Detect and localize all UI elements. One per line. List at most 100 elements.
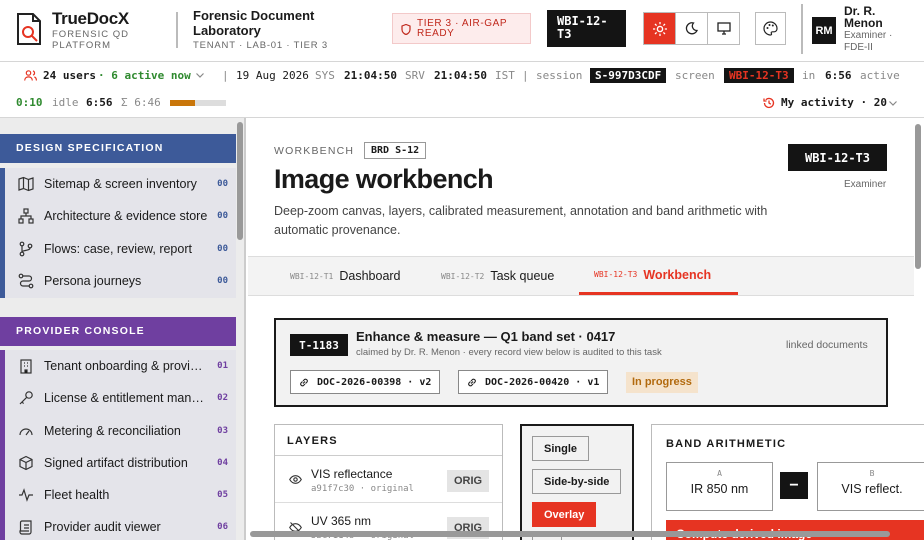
compute-derived-image-button[interactable]: Compute derived image [666, 520, 924, 540]
sidebar-scrollbar[interactable] [237, 122, 243, 240]
screen-role: Examiner [844, 179, 887, 190]
status-badge: In progress [626, 372, 698, 393]
mode-overlay-button[interactable]: Overlay [532, 502, 597, 527]
activity-bar-fill [170, 100, 196, 106]
tab-label: Workbench [643, 267, 712, 282]
active-count: · 6 active now [98, 69, 191, 82]
operand-b-select[interactable]: B VIS reflect. [817, 462, 924, 511]
layers-panel: LAYERS VIS reflectance a91f7c30 · origin… [274, 424, 503, 540]
sys-label: SYS [315, 69, 335, 82]
package-icon [19, 455, 33, 471]
sidebar-item-label: Tenant onboarding & provisioning [44, 359, 208, 373]
history-icon [763, 97, 775, 109]
sidebar-item-flows[interactable]: Flows: case, review, report 00 [18, 239, 228, 259]
tab-code: WBI-12-T1 [290, 271, 334, 281]
sidebar-item-label: Metering & reconciliation [44, 424, 181, 438]
layer-name: VIS reflectance [311, 467, 393, 481]
session-label: session [536, 69, 583, 82]
item-number: 01 [217, 361, 228, 371]
active-time: 0:10 [16, 96, 43, 109]
task-title: Enhance & measure — Q1 band set · 0417 [356, 329, 616, 344]
provider-console-group: Tenant onboarding & provisioning 01 Lice… [0, 350, 236, 540]
divider [176, 12, 178, 48]
brand-subtitle: FORENSIC QD [52, 29, 129, 40]
sidebar-item-architecture[interactable]: Architecture & evidence store 00 [18, 206, 228, 226]
key-icon [19, 391, 33, 405]
my-activity-button[interactable]: My activity · 20 [781, 96, 887, 109]
item-number: 04 [217, 458, 228, 468]
doc-link-label: DOC-2026-00420 · v1 [485, 376, 600, 388]
band-heading: BAND ARITHMETIC [666, 438, 787, 450]
palette-icon [763, 21, 778, 36]
brand[interactable]: TrueDocX FORENSIC QD PLATFORM [52, 9, 129, 51]
sidebar-item-license[interactable]: License & entitlement management 02 [18, 388, 228, 408]
sidebar-item-label: Architecture & evidence store [44, 209, 208, 223]
lab-subtitle: TENANT · LAB-01 · TIER 3 [193, 40, 328, 51]
tab-label: Dashboard [339, 269, 401, 283]
activity-bar [170, 100, 226, 106]
moon-icon [685, 22, 698, 35]
route-icon [18, 273, 34, 289]
eye-icon[interactable] [289, 475, 302, 484]
sidebar-item-audit-viewer[interactable]: Provider audit viewer 06 [18, 517, 228, 537]
page-description: Deep-zoom canvas, layers, calibrated mea… [274, 204, 768, 237]
brand-subtitle-2: PLATFORM [52, 40, 112, 51]
section-provider-console[interactable]: PROVIDER CONSOLE [0, 317, 236, 346]
idle-time: 6:56 [86, 96, 113, 109]
sidebar-item-label: License & entitlement management [44, 391, 208, 405]
chevron-down-icon[interactable] [196, 73, 204, 78]
theme-dark-button[interactable] [676, 13, 708, 44]
page-title: Image workbench [274, 164, 494, 194]
layer-name: UV 365 nm [311, 514, 372, 528]
mode-single-button[interactable]: Single [532, 436, 590, 461]
sidebar-item-persona-journeys[interactable]: Persona journeys 00 [18, 271, 228, 291]
main-horizontal-scrollbar[interactable] [250, 531, 890, 537]
tab-dashboard[interactable]: WBI-12-T1 Dashboard [290, 257, 401, 295]
chevron-down-icon[interactable] [889, 101, 897, 106]
sidebar-item-signed-artifacts[interactable]: Signed artifact distribution 04 [18, 453, 228, 473]
git-branch-icon [19, 241, 33, 257]
brand-title: TrueDocX [52, 9, 129, 28]
divider: | [222, 69, 229, 82]
user-role: Examiner · FDE-II [844, 30, 914, 54]
item-number: 05 [217, 490, 228, 500]
sidebar-item-sitemap[interactable]: Sitemap & screen inventory 00 [18, 174, 228, 194]
operand-a-select[interactable]: A IR 850 nm [666, 462, 773, 511]
sys-time: 21:04:50 [344, 69, 397, 82]
palette-button[interactable] [755, 12, 786, 45]
operand-value: IR 850 nm [690, 482, 749, 496]
tab-task-queue[interactable]: WBI-12-T2 Task queue [441, 257, 554, 295]
tab-label: Task queue [490, 269, 555, 283]
tab-code: WBI-12-T3 [594, 270, 638, 279]
task-id: T-1183 [290, 334, 348, 356]
scroll-icon [19, 520, 32, 535]
sidebar-item-label: Flows: case, review, report [44, 242, 192, 256]
section-design-specification[interactable]: DESIGN SPECIFICATION [0, 134, 236, 163]
tab-workbench[interactable]: WBI-12-T3 Workbench [579, 257, 738, 295]
gauge-icon [19, 428, 33, 436]
main-vertical-scrollbar[interactable] [915, 124, 921, 269]
sidebar-item-tenant-onboarding[interactable]: Tenant onboarding & provisioning 01 [18, 356, 228, 376]
user-count[interactable]: 24 users [43, 69, 96, 82]
mode-side-by-side-button[interactable]: Side-by-side [532, 469, 622, 494]
section-rail [0, 168, 5, 298]
in-time: 6:56 [825, 69, 852, 82]
layer-row[interactable]: VIS reflectance a91f7c30 · original ORIG [275, 457, 502, 503]
user-role-line-2: FDE-II [844, 42, 873, 53]
breadcrumb[interactable]: WORKBENCH [274, 145, 354, 157]
operator-button[interactable]: − [780, 472, 808, 499]
design-spec-group: Sitemap & screen inventory 00 Architectu… [0, 168, 236, 298]
sidebar-item-fleet-health[interactable]: Fleet health 05 [18, 485, 228, 505]
theme-system-button[interactable] [708, 13, 739, 44]
theme-switcher [643, 12, 740, 45]
divider: | [522, 69, 529, 82]
in-label: in [802, 69, 816, 82]
link-icon [468, 378, 476, 386]
doc-link[interactable]: DOC-2026-00398 · v2 [290, 370, 441, 394]
sidebar-item-metering[interactable]: Metering & reconciliation 03 [18, 421, 228, 441]
srv-label: SRV [405, 69, 425, 82]
theme-light-button[interactable] [644, 13, 676, 44]
layers-heading: LAYERS [275, 425, 502, 456]
doc-link[interactable]: DOC-2026-00420 · v1 [458, 370, 609, 394]
link-icon [300, 378, 308, 386]
